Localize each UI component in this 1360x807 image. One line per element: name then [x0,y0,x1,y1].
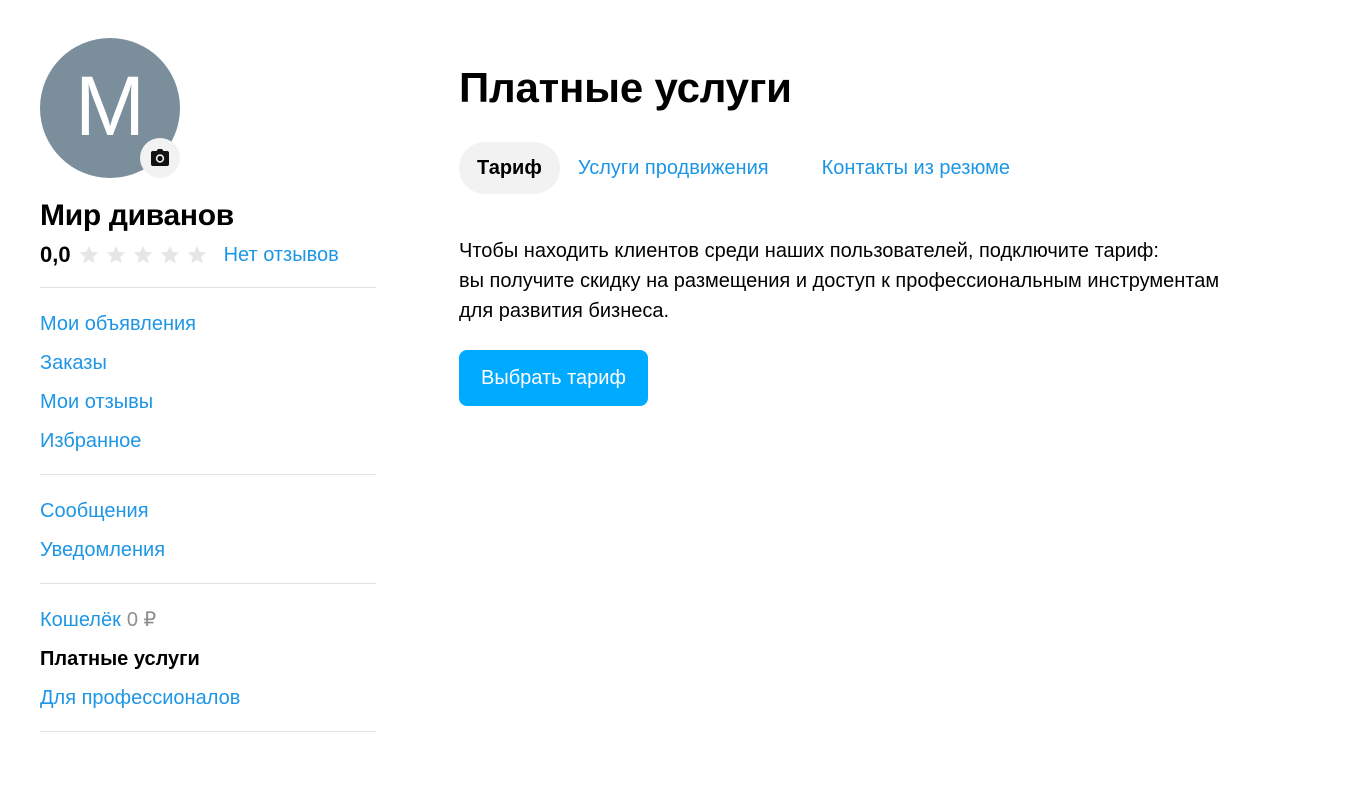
sidebar-item-my-reviews[interactable]: Мои отзывы [40,383,376,422]
sidebar-item-orders[interactable]: Заказы [40,344,376,383]
choose-tariff-button[interactable]: Выбрать тариф [459,350,648,406]
description-line: для развития бизнеса. [459,300,670,322]
sidebar-item-notifications[interactable]: Уведомления [40,531,376,570]
camera-icon [151,149,169,166]
sidebar-item-for-professionals[interactable]: Для профессионалов [40,679,376,718]
sidebar-item-favorites[interactable]: Избранное [40,422,376,461]
sidebar: М Мир диванов 0,0 Нет отзывов Мои объявл… [40,38,376,732]
profile-name: Мир диванов [40,199,234,232]
description-line: вы получите скидку на размещения и досту… [459,270,1220,292]
star-icon [160,245,179,264]
nav-group-listings: Мои объявления Заказы Мои отзывы Избранн… [40,288,376,474]
rating-row: 0,0 Нет отзывов [40,240,376,270]
tab-promotion-services[interactable]: Услуги продвижения [578,142,769,194]
star-icon [106,245,125,264]
tab-tariff[interactable]: Тариф [459,142,560,194]
sidebar-item-wallet[interactable]: Кошелёк 0 ₽ [40,601,376,640]
nav-group-finance: Кошелёк 0 ₽ Платные услуги Для профессион… [40,584,376,731]
tab-bar: Тариф Услуги продвижения Контакты из рез… [459,142,1329,194]
page-title: Платные услуги [459,64,792,111]
wallet-label: Кошелёк [40,609,121,631]
rating-value: 0,0 [40,242,71,267]
avatar-letter: М [75,59,145,153]
tab-resume-contacts[interactable]: Контакты из резюме [822,142,1010,194]
sidebar-item-my-ads[interactable]: Мои объявления [40,305,376,344]
description-line: Чтобы находить клиентов среди наших поль… [459,240,1159,262]
reviews-link[interactable]: Нет отзывов [224,244,339,267]
tariff-description: Чтобы находить клиентов среди наших поль… [459,236,1329,326]
main-content: Платные услуги Тариф Услуги продвижения … [459,58,1329,406]
nav-group-communication: Сообщения Уведомления [40,475,376,583]
star-icon [187,245,206,264]
star-icon [79,245,98,264]
avatar[interactable]: М [40,38,180,178]
divider [40,731,376,732]
rating-stars [77,244,212,266]
sidebar-item-messages[interactable]: Сообщения [40,492,376,531]
star-icon [133,245,152,264]
sidebar-item-paid-services: Платные услуги [40,648,200,670]
wallet-amount: 0 ₽ [126,609,157,631]
change-photo-button[interactable] [140,138,180,178]
